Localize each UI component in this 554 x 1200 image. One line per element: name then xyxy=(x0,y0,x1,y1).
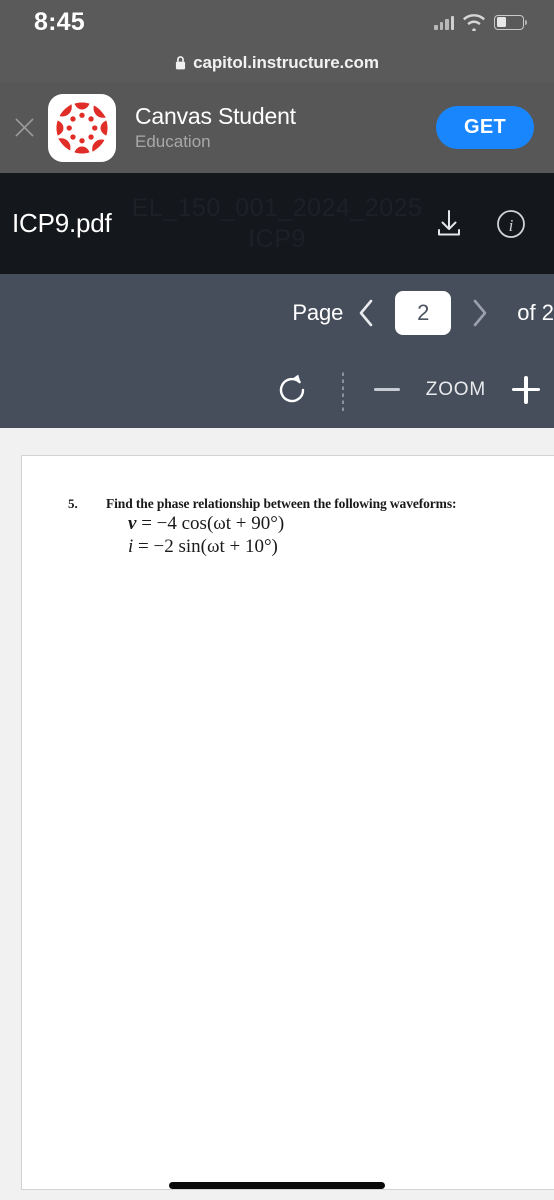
close-icon-glyph xyxy=(15,118,33,137)
cellular-signal-icon xyxy=(434,15,454,30)
pdf-header-actions: i xyxy=(436,209,526,239)
banner-text-group: Canvas Student Education xyxy=(116,103,436,153)
plus-icon xyxy=(512,375,540,404)
pdf-document-viewport[interactable]: 5. Find the phase relationship between t… xyxy=(0,428,554,1200)
pdf-pagination-row: Page 2 of 2 xyxy=(0,274,554,351)
pdf-watermark-line2: ICP9 xyxy=(248,224,306,253)
prev-page-button[interactable] xyxy=(343,298,389,328)
chevron-right-icon xyxy=(473,299,487,326)
problem-text: Find the phase relationship between the … xyxy=(106,496,457,511)
svg-text:i: i xyxy=(509,216,514,235)
smart-app-banner: Canvas Student Education GET xyxy=(0,82,554,173)
home-indicator[interactable] xyxy=(169,1182,385,1189)
next-page-button[interactable] xyxy=(457,298,503,328)
pdf-toolbar: Page 2 of 2 ZOOM xyxy=(0,274,554,428)
status-bar: 8:45 xyxy=(0,0,554,44)
zoom-in-button[interactable] xyxy=(512,375,540,404)
pdf-watermark-line1: EL_150_001_2024_2025 xyxy=(131,193,423,222)
canvas-logo-icon[interactable] xyxy=(48,93,116,162)
equation-1-body: = −4 cos(ωt + 90°) xyxy=(136,513,285,534)
pdf-filename: ICP9.pdf xyxy=(12,208,112,238)
total-pages-label: of 2 xyxy=(517,299,554,325)
get-app-button[interactable]: GET xyxy=(435,106,534,149)
download-icon[interactable] xyxy=(436,209,462,239)
pdf-page: 5. Find the phase relationship between t… xyxy=(21,455,554,1190)
lock-icon xyxy=(176,56,186,70)
minus-icon xyxy=(373,388,400,391)
status-time: 8:45 xyxy=(34,7,85,36)
pdf-zoom-row: ZOOM xyxy=(0,351,554,428)
zoom-label: ZOOM xyxy=(425,378,486,400)
toolbar-divider xyxy=(341,368,344,411)
chevron-left-icon xyxy=(359,299,373,326)
url-text: capitol.instructure.com xyxy=(193,53,379,72)
equation-2: i = −2 sin(ωt + 10°) xyxy=(128,535,456,558)
zoom-out-button[interactable] xyxy=(373,388,400,391)
wifi-icon xyxy=(463,13,485,31)
equation-1: v = −4 cos(ωt + 90°) xyxy=(128,512,456,535)
phone-screen: 8:45 capitol.instructure.com Canvas Stud… xyxy=(0,0,554,1200)
info-icon[interactable]: i xyxy=(496,209,526,239)
canvas-logo-glyph xyxy=(56,101,108,154)
pdf-header-bar: ICP9.pdf EL_150_001_2024_2025 ICP9 i xyxy=(0,173,554,274)
battery-icon xyxy=(494,14,527,30)
problem-number: 5. xyxy=(68,496,78,511)
close-icon[interactable] xyxy=(0,118,48,137)
equation-2-body: = −2 sin(ωt + 10°) xyxy=(133,536,278,557)
status-icons xyxy=(434,13,527,31)
browser-url-bar[interactable]: capitol.instructure.com xyxy=(0,44,554,82)
rotate-icon xyxy=(279,374,304,402)
problem-statement-row: 5. Find the phase relationship between t… xyxy=(68,496,456,512)
page-number-input[interactable]: 2 xyxy=(395,290,452,335)
app-name: Canvas Student xyxy=(135,102,296,129)
rotate-button[interactable] xyxy=(276,374,308,406)
problem-block: 5. Find the phase relationship between t… xyxy=(68,496,456,558)
page-label: Page xyxy=(292,299,344,325)
app-category: Education xyxy=(135,131,211,151)
